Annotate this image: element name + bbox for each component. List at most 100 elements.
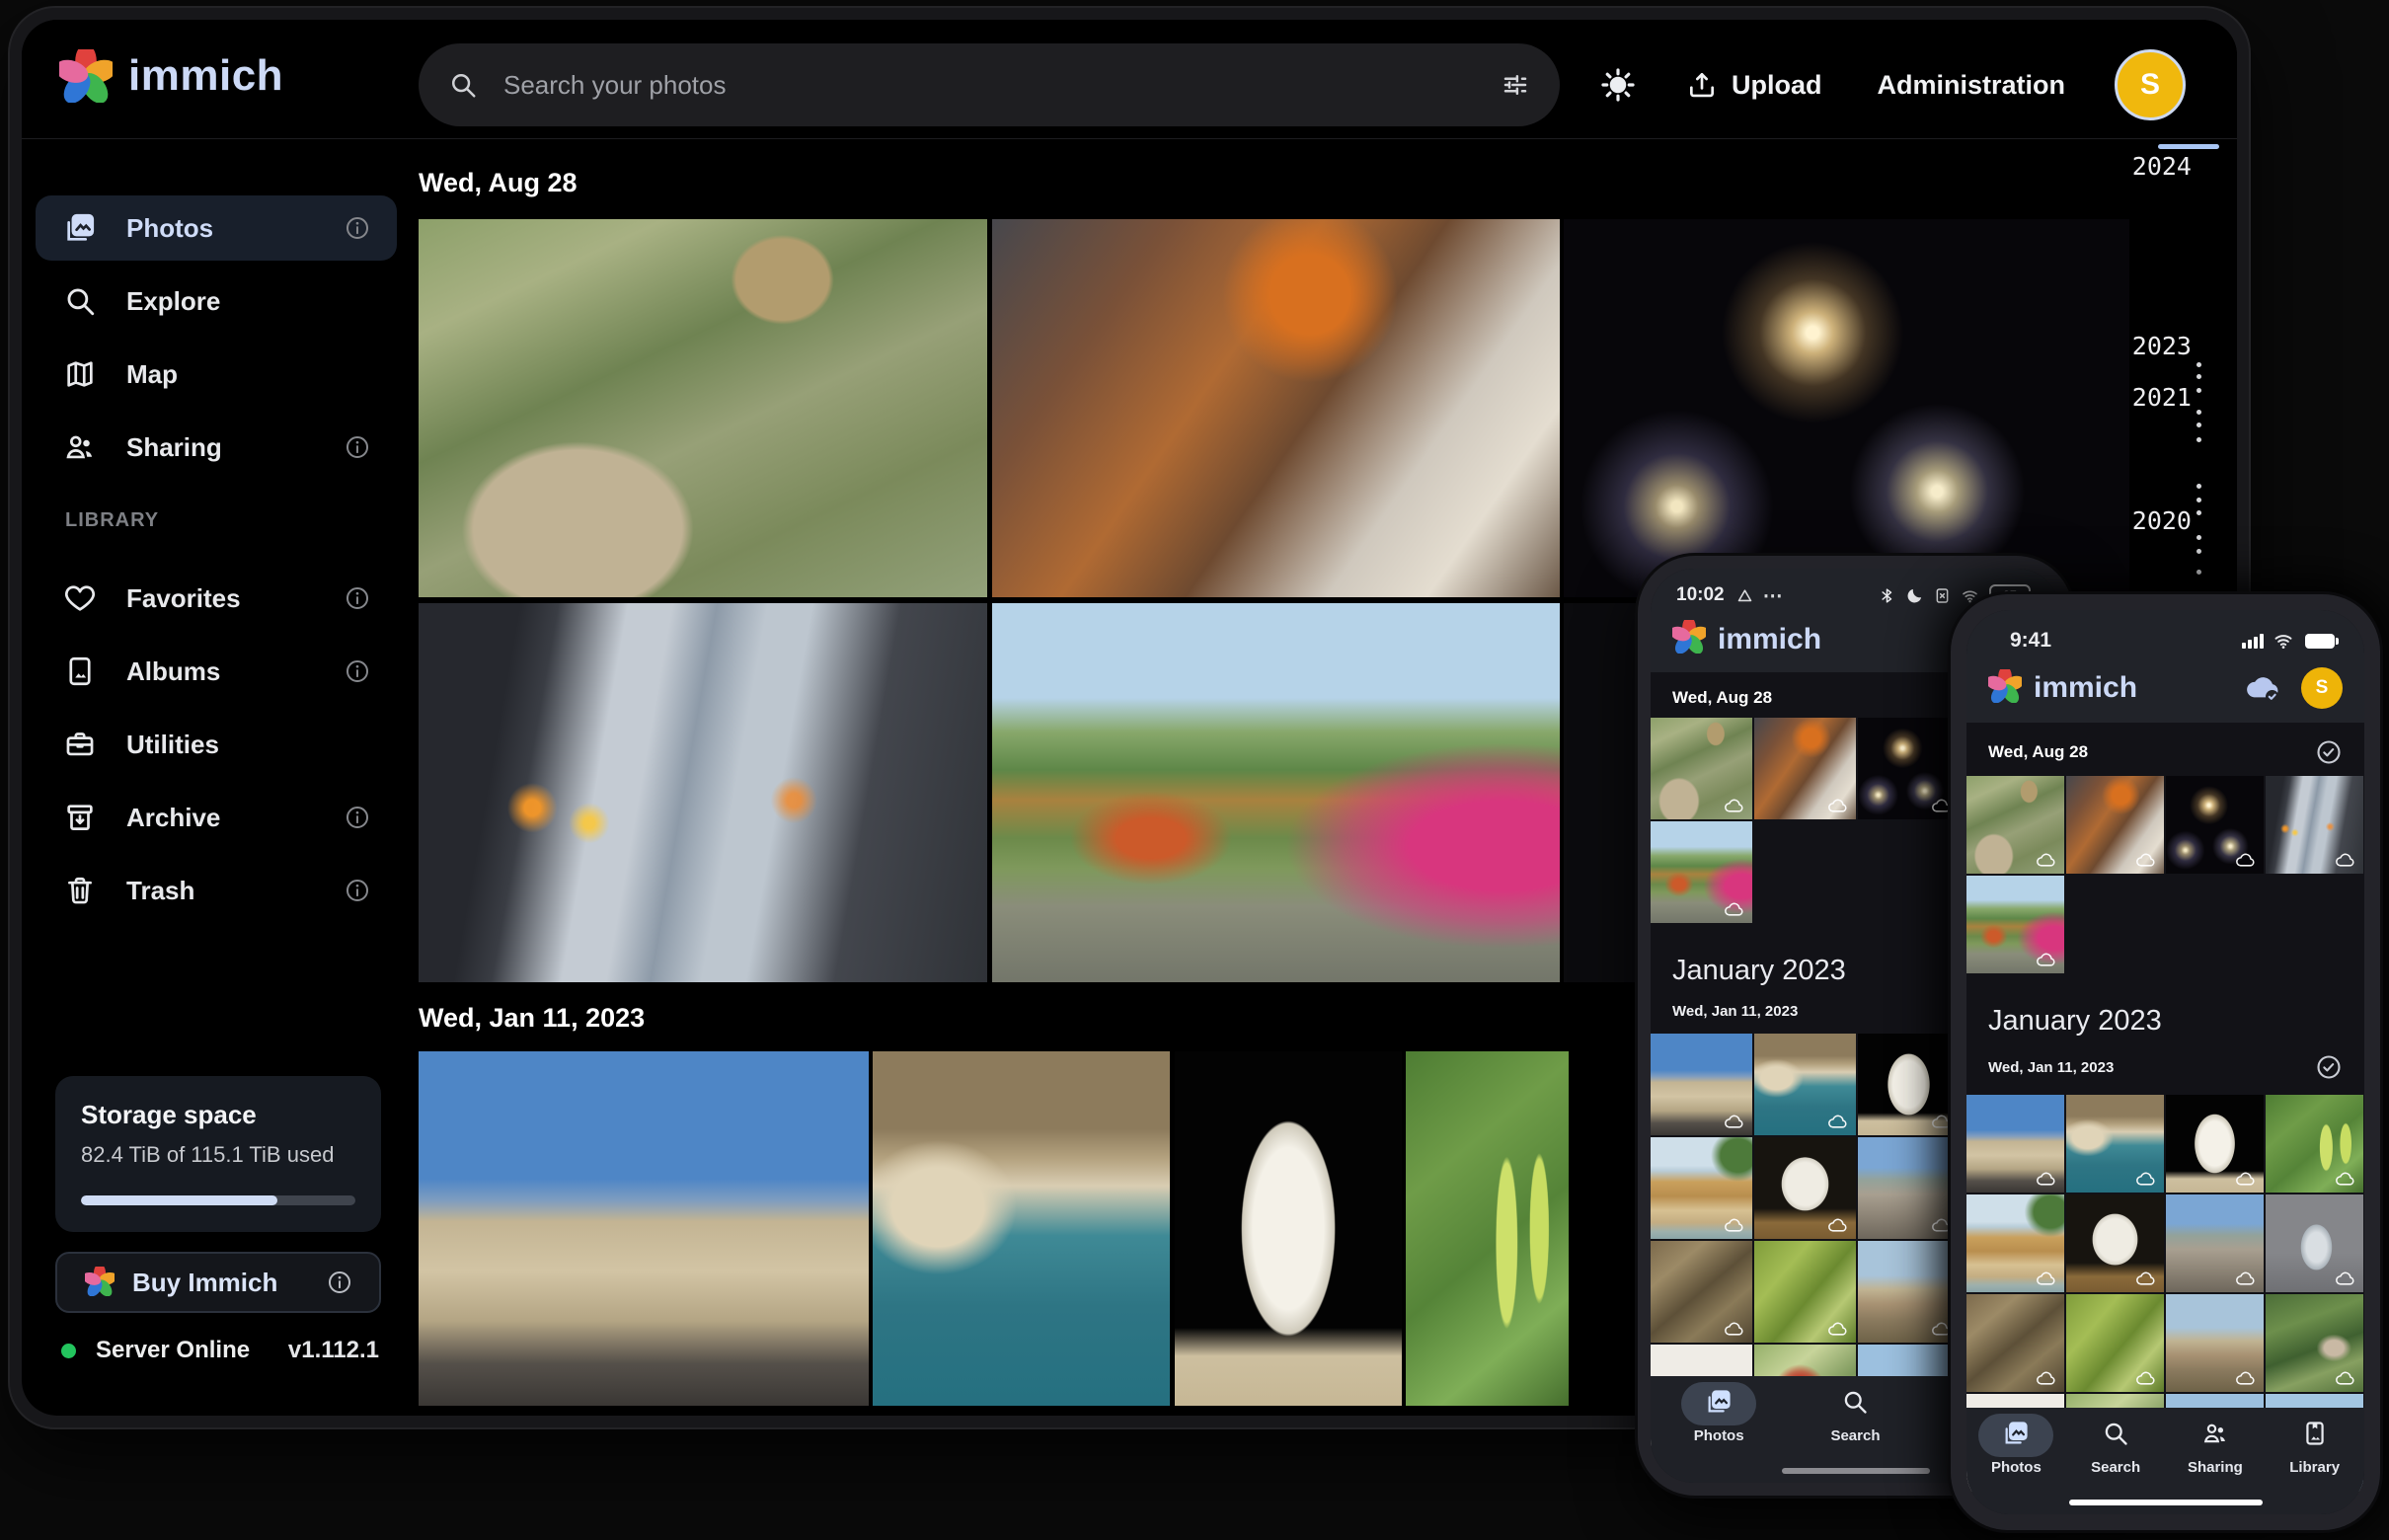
select-all-check-icon[interactable] — [2315, 738, 2343, 766]
timeline-year-2020[interactable]: 2020 — [2132, 506, 2192, 535]
info-icon[interactable] — [344, 584, 371, 612]
photo-zoo-mandrills[interactable] — [419, 219, 987, 597]
theme-toggle-button[interactable] — [1599, 66, 1637, 104]
select-all-check-icon[interactable] — [2315, 1053, 2343, 1081]
info-icon[interactable] — [344, 214, 371, 242]
filter-sliders-icon[interactable] — [1501, 70, 1530, 100]
nav-tab-search[interactable]: Search — [2071, 1420, 2160, 1476]
cloud-sync-icon[interactable] — [2244, 672, 2283, 704]
sidebar-item-favorites[interactable]: Favorites — [36, 566, 397, 631]
battery-icon — [2305, 634, 2339, 649]
cloud-icon — [1931, 1218, 1953, 1233]
cloud-icon — [2036, 1371, 2057, 1386]
sidebar-item-trash[interactable]: Trash — [36, 858, 397, 923]
photo-zoo-mandrills[interactable] — [1966, 776, 2064, 874]
date-group-header: Wed, Jan 11, 2023 — [419, 1003, 645, 1034]
photo-park-house[interactable] — [2266, 1294, 2363, 1392]
photo-marble-sculpture[interactable] — [1754, 1137, 1856, 1239]
photo-fireworks-night[interactable] — [1858, 718, 1960, 819]
photo-fireworks-night[interactable] — [2166, 776, 2264, 874]
photo-dubrovnik-coast[interactable] — [1754, 1034, 1856, 1135]
home-indicator[interactable] — [2069, 1500, 2263, 1505]
photo-couple-holding-hands[interactable] — [2266, 776, 2363, 874]
photo-dubrovnik-coast[interactable] — [873, 1051, 1170, 1406]
immich-flower-icon — [85, 1267, 115, 1299]
timeline-year-2021[interactable]: 2021 — [2132, 383, 2192, 412]
nav-tab-photos[interactable]: Photos — [1971, 1420, 2060, 1476]
photo-autumn-park-path[interactable] — [1651, 821, 1752, 923]
photo-couple-holding-hands[interactable] — [419, 603, 987, 982]
photo-autumn-park-path[interactable] — [1966, 876, 2064, 973]
sidebar-item-label: Photos — [126, 213, 344, 244]
clock: 10:02 — [1676, 584, 1725, 606]
administration-link[interactable]: Administration — [1871, 69, 2071, 102]
user-avatar[interactable]: S — [2115, 49, 2186, 120]
user-avatar[interactable]: S — [2301, 667, 2343, 709]
cloud-icon — [2135, 853, 2157, 868]
cloud-icon — [1827, 1115, 1849, 1129]
photo-green-sea-grapes[interactable] — [1406, 1051, 1569, 1406]
photo-fortress-wall-cars[interactable] — [1966, 1095, 2064, 1193]
nav-tab-library[interactable]: Library — [2271, 1420, 2359, 1476]
photo-town-church[interactable] — [2166, 1294, 2264, 1392]
photo-coastal-cliff-beach[interactable] — [1651, 1137, 1752, 1239]
info-icon[interactable] — [326, 1269, 353, 1296]
sidebar-item-explore[interactable]: Explore — [36, 269, 397, 334]
cloud-icon — [2135, 1271, 2157, 1286]
timeline-year-2024[interactable]: 2024 — [2132, 152, 2192, 181]
alarm-triangle-icon — [1736, 587, 1753, 604]
sidebar-item-photos[interactable]: Photos — [36, 195, 397, 261]
photo-fortress-wall-cars[interactable] — [419, 1051, 869, 1406]
photo-marble-bust[interactable] — [2166, 1095, 2264, 1193]
photo-stone-ruins[interactable] — [2166, 1194, 2264, 1292]
timeline-tick — [2196, 388, 2201, 393]
photo-marble-sculpture[interactable] — [2066, 1194, 2164, 1292]
date-group-header: Wed, Jan 11, 2023 — [1966, 1041, 2364, 1095]
photo-lizard-on-ground[interactable] — [1651, 1241, 1752, 1343]
photo-lizard-on-ground[interactable] — [1966, 1294, 2064, 1392]
timeline-year-2023[interactable]: 2023 — [2132, 332, 2192, 360]
immich-flower-icon — [1672, 620, 1706, 658]
albums-icon — [63, 654, 97, 688]
info-icon[interactable] — [344, 877, 371, 904]
photo-stone-ruins[interactable] — [1858, 1137, 1960, 1239]
info-icon[interactable] — [344, 433, 371, 461]
buy-immich-label: Buy Immich — [132, 1268, 326, 1298]
sidebar-item-archive[interactable]: Archive — [36, 785, 397, 850]
sidebar-item-utilities[interactable]: Utilities — [36, 712, 397, 777]
photo-marble-bust[interactable] — [1175, 1051, 1402, 1406]
server-status: Server Online — [96, 1337, 288, 1364]
nav-tab-search[interactable]: Search — [1811, 1388, 1899, 1444]
photo-green-sea-grapes[interactable] — [2266, 1095, 2363, 1193]
photo-coastal-cliff-beach[interactable] — [1966, 1194, 2064, 1292]
photo-lizard-on-leaves[interactable] — [1754, 1241, 1856, 1343]
photo-marble-bust[interactable] — [1858, 1034, 1960, 1135]
photo-autumn-park-path[interactable] — [992, 603, 1560, 982]
timeline-tick — [2196, 410, 2201, 415]
mobile-bottom-nav: Photos Search Sharing Library — [1966, 1408, 2364, 1514]
photo-fireworks-night[interactable] — [1564, 219, 2129, 597]
sidebar-item-map[interactable]: Map — [36, 342, 397, 407]
photo-fortress-wall-cars[interactable] — [1651, 1034, 1752, 1135]
nav-tab-photos[interactable]: Photos — [1674, 1388, 1763, 1444]
search-input[interactable]: Search your photos — [419, 43, 1560, 126]
info-icon[interactable] — [344, 804, 371, 831]
photo-silver-ornament[interactable] — [2266, 1194, 2363, 1292]
photo-autumn-dinner-table[interactable] — [2066, 776, 2164, 874]
photo-lizard-on-leaves[interactable] — [2066, 1294, 2164, 1392]
sidebar-item-sharing[interactable]: Sharing — [36, 415, 397, 480]
photo-dubrovnik-coast[interactable] — [2066, 1095, 2164, 1193]
buy-immich-button[interactable]: Buy Immich — [55, 1252, 381, 1313]
home-indicator[interactable] — [1782, 1468, 1930, 1474]
sidebar-item-albums[interactable]: Albums — [36, 639, 397, 704]
photo-town-church[interactable] — [1858, 1241, 1960, 1343]
nav-tab-sharing[interactable]: Sharing — [2171, 1420, 2260, 1476]
upload-button[interactable]: Upload — [1680, 68, 1828, 102]
timeline-position-marker[interactable] — [2158, 144, 2219, 149]
photo-zoo-mandrills[interactable] — [1651, 718, 1752, 819]
cloud-icon — [2235, 1271, 2257, 1286]
info-icon[interactable] — [344, 657, 371, 685]
photo-autumn-dinner-table[interactable] — [992, 219, 1560, 597]
photo-autumn-dinner-table[interactable] — [1754, 718, 1856, 819]
search-placeholder: Search your photos — [503, 70, 1501, 101]
